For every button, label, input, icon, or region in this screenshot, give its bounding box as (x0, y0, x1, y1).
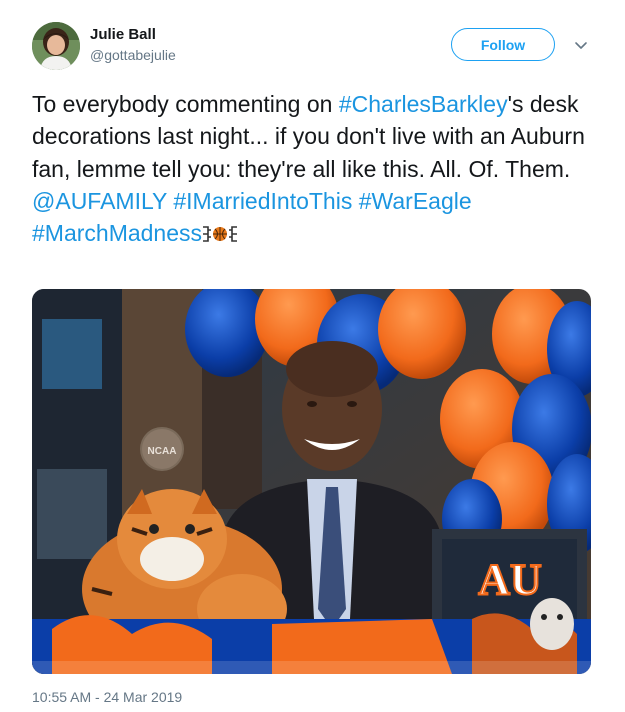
tweet-link[interactable]: #WarEagle (359, 188, 472, 214)
user-handle[interactable]: @gottabejulie (90, 47, 176, 63)
tweet-text: To everybody commenting on #CharlesBarkl… (32, 88, 592, 249)
chevron-down-icon[interactable] (574, 38, 588, 52)
tweet-text-span: To everybody commenting on (32, 91, 339, 117)
tweet-link[interactable]: #CharlesBarkley (339, 91, 508, 117)
ncaa-badge: NCAA (148, 446, 177, 457)
display-name[interactable]: Julie Ball (90, 26, 156, 43)
tweet-link[interactable]: @AUFAMILY (32, 188, 167, 214)
tweet-timestamp[interactable]: 10:55 AM - 24 Mar 2019 (32, 689, 182, 705)
studio-scene-image: AU AU NCAA (32, 289, 591, 674)
tweet-link[interactable]: #IMarriedIntoThis (173, 188, 352, 214)
tweet-link[interactable]: #MarchMadness (32, 220, 202, 246)
tweet-photo[interactable]: AU AU NCAA (32, 289, 591, 674)
auburn-logo-outline: AU (478, 555, 542, 604)
follow-button[interactable]: Follow (451, 28, 555, 61)
avatar[interactable] (32, 22, 80, 70)
basketball-bracket-emoji (203, 226, 238, 242)
avatar-photo (32, 22, 80, 70)
tweet-card: Julie Ball @gottabejulie Follow To every… (0, 0, 625, 712)
